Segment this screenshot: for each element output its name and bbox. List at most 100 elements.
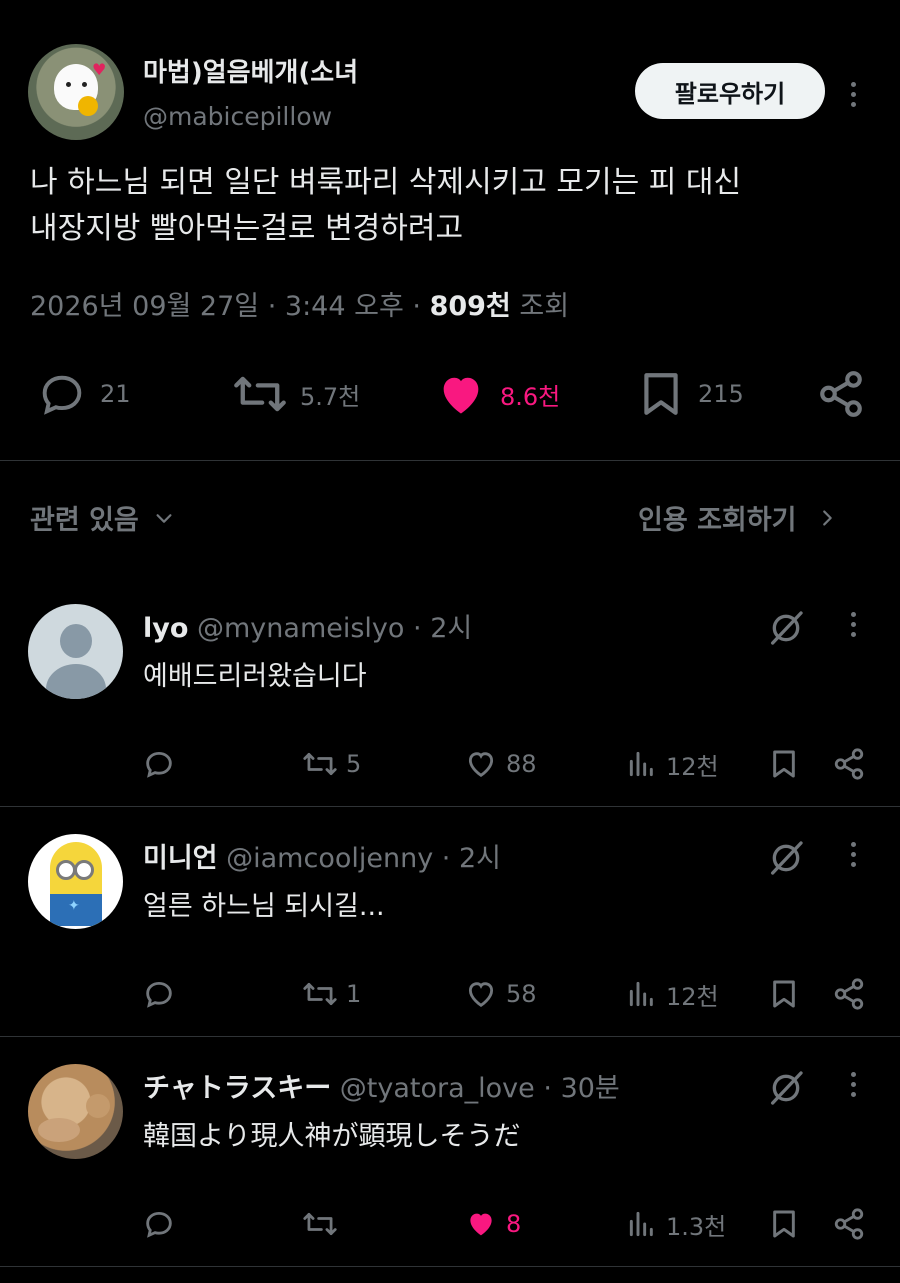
reply-text: 예배드리러왔습니다	[143, 661, 367, 692]
like-count: 8	[506, 1210, 522, 1238]
reply-handle[interactable]: @iamcooljenny	[226, 843, 433, 874]
reply-time[interactable]: 2시	[459, 843, 501, 874]
like-button[interactable]: 8.6천	[434, 368, 560, 420]
post-date[interactable]: 2026년 09월 27일	[30, 291, 259, 322]
bookmark-icon	[773, 980, 795, 1008]
post-meta: 2026년 09월 27일 · 3:44 오후 · 809천 조회	[30, 291, 570, 322]
bookmark-count: 215	[698, 380, 744, 408]
more-icon[interactable]	[840, 606, 866, 642]
avatar[interactable]	[28, 604, 123, 699]
avatar[interactable]	[28, 1064, 123, 1159]
reply-button[interactable]	[142, 1204, 184, 1244]
divider	[0, 460, 900, 461]
quote-link-label: 인용 조회하기	[638, 505, 797, 536]
reply-actions: 5 88 12천	[0, 744, 900, 784]
views-label: 조회	[519, 291, 570, 322]
views-button[interactable]: 12천	[626, 744, 719, 784]
bookmark-icon	[773, 1210, 795, 1238]
like-icon	[468, 752, 494, 778]
bookmark-icon	[773, 750, 795, 778]
share-icon	[820, 371, 862, 417]
like-icon	[443, 377, 479, 414]
views-button[interactable]: 12천	[626, 974, 719, 1014]
post-actions: 21 5.7천 8.6천 215	[0, 360, 900, 430]
reply-header: チャトラスキー @tyatora_love · 30분	[143, 1073, 620, 1104]
repost-button[interactable]: 5.7천	[232, 368, 360, 420]
reply-count: 21	[100, 380, 131, 408]
share-button[interactable]	[832, 744, 866, 784]
repost-button[interactable]: 1	[302, 974, 361, 1014]
repost-button[interactable]	[302, 1204, 346, 1244]
author-handle[interactable]: @mabicepillow	[143, 102, 332, 131]
reply-handle[interactable]: @mynameislyo	[197, 613, 404, 644]
reply-button[interactable]: 21	[36, 368, 131, 420]
reply-item[interactable]: lyo @mynameislyo · 2시 예배드리러왔습니다 5 88 12천	[0, 604, 900, 834]
share-button[interactable]	[816, 368, 866, 420]
more-icon[interactable]	[840, 1066, 866, 1102]
reply-icon	[42, 375, 82, 415]
like-count: 8.6천	[500, 382, 561, 411]
chevron-right-icon	[823, 509, 833, 526]
bird-icon: ✦	[68, 898, 80, 914]
grok-icon[interactable]	[766, 608, 806, 652]
reply-header: 미니언 @iamcooljenny · 2시	[143, 843, 501, 874]
repost-count: 5.7천	[300, 382, 361, 411]
share-button[interactable]	[832, 1204, 866, 1244]
repost-icon	[303, 982, 337, 1006]
author-display-name[interactable]: 마법)얼음베개(소녀	[143, 52, 358, 89]
views-button[interactable]: 1.3천	[626, 1204, 726, 1244]
reply-actions: 8 1.3천	[0, 1204, 900, 1244]
author-avatar[interactable]: ♥	[28, 44, 124, 140]
reply-time[interactable]: 30분	[561, 1073, 620, 1104]
reply-time[interactable]: 2시	[430, 613, 472, 644]
heart-icon: ♥	[92, 60, 107, 79]
views-icon	[629, 751, 653, 777]
reply-icon	[146, 981, 172, 1008]
repost-count: 5	[346, 750, 362, 778]
like-button[interactable]: 8	[464, 1204, 521, 1244]
like-button[interactable]: 88	[464, 744, 537, 784]
reply-display-name[interactable]: 미니언	[143, 843, 218, 874]
reply-display-name[interactable]: lyo	[143, 613, 188, 644]
repost-icon	[303, 752, 337, 776]
reply-text: 韓国より現人神が顕現しそうだ	[143, 1121, 521, 1152]
share-icon	[834, 1208, 864, 1240]
post-text: 나 하느님 되면 일단 벼룩파리 삭제시키고 모기는 피 대신 내장지방 빨아먹…	[30, 160, 870, 252]
follow-button[interactable]: 팔로우하기	[635, 63, 825, 119]
reply-handle[interactable]: @tyatora_love	[340, 1073, 535, 1104]
reply-icon	[146, 751, 172, 778]
bookmark-icon	[644, 373, 678, 415]
grok-icon[interactable]	[766, 838, 806, 882]
like-icon	[468, 982, 494, 1008]
like-button[interactable]: 58	[464, 974, 537, 1014]
like-icon	[470, 1213, 492, 1236]
view-quotes-link[interactable]: 인용 조회하기	[638, 498, 838, 537]
view-count: 12천	[666, 752, 719, 781]
repost-icon	[234, 376, 286, 412]
repost-count: 1	[346, 980, 362, 1008]
repost-icon	[303, 1212, 337, 1236]
view-count: 12천	[666, 982, 719, 1011]
grok-icon[interactable]	[766, 1068, 806, 1112]
reply-item[interactable]: ✦ 미니언 @iamcooljenny · 2시 얼른 하느님 되시길... 1…	[0, 834, 900, 1064]
reply-item[interactable]: チャトラスキー @tyatora_love · 30분 韓国より現人神が顕現しそ…	[0, 1064, 900, 1283]
avatar[interactable]: ✦	[28, 834, 123, 929]
more-icon[interactable]	[840, 836, 866, 872]
reply-display-name[interactable]: チャトラスキー	[143, 1073, 331, 1104]
reply-button[interactable]	[142, 744, 184, 784]
related-sort-toggle[interactable]: 관련 있음	[30, 498, 175, 537]
chevron-down-icon	[156, 513, 172, 523]
repost-button[interactable]: 5	[302, 744, 361, 784]
reply-text: 얼른 하느님 되시길...	[143, 891, 385, 922]
more-icon[interactable]	[840, 74, 866, 114]
bookmark-button[interactable]	[768, 974, 800, 1014]
post-time[interactable]: 3:44 오후	[285, 291, 404, 322]
divider	[0, 1266, 900, 1267]
divider	[0, 1036, 900, 1037]
reply-button[interactable]	[142, 974, 184, 1014]
bookmark-button[interactable]	[768, 1204, 800, 1244]
share-button[interactable]	[832, 974, 866, 1014]
bookmark-button[interactable]	[768, 744, 800, 784]
post-text-line-1: 나 하느님 되면 일단 벼룩파리 삭제시키고 모기는 피 대신	[30, 165, 742, 200]
bookmark-button[interactable]: 215	[636, 368, 744, 420]
